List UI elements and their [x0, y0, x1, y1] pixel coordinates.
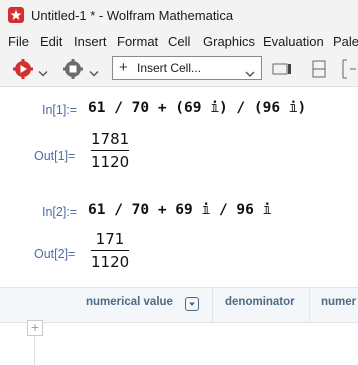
evaluate-dropdown-chevron-icon[interactable] — [38, 65, 48, 87]
toolbar: + Insert Cell... — [0, 52, 358, 87]
suggestion-divider — [212, 288, 213, 322]
abort-icon[interactable] — [62, 58, 84, 80]
panel-icon[interactable] — [311, 60, 327, 82]
output-label-2: Out[2]= — [34, 247, 76, 261]
insert-cell-icon: + — [119, 59, 128, 76]
output-numerator-2: 171 — [95, 230, 125, 248]
input-cell-1[interactable]: 61 / 70 + (69 𝕚) / (96 𝕚) — [88, 100, 306, 116]
title-bar: Untitled-1 * - Wolfram Mathematica — [0, 0, 358, 32]
menu-format[interactable]: Format — [117, 34, 158, 49]
fraction-bar — [91, 150, 129, 151]
suggestion-denominator[interactable]: denominator — [225, 296, 295, 308]
output-numerator-1: 1781 — [91, 130, 130, 148]
menu-evaluation[interactable]: Evaluation — [263, 34, 324, 49]
output-label-1: Out[1]= — [34, 149, 76, 163]
output-denominator-1: 1120 — [91, 153, 130, 171]
menu-cell[interactable]: Cell — [168, 34, 190, 49]
cell-bracket-icon[interactable] — [340, 59, 356, 81]
menu-insert[interactable]: Insert — [74, 34, 107, 49]
mathematica-logo-icon — [8, 7, 24, 23]
suggestion-numerical-value[interactable]: numerical value — [86, 296, 173, 308]
output-fraction-2[interactable]: 171 1120 — [91, 229, 129, 272]
menu-palettes[interactable]: Palet — [333, 34, 358, 49]
abort-dropdown-chevron-icon[interactable] — [89, 65, 99, 87]
menu-bar: File Edit Insert Format Cell Graphics Ev… — [0, 32, 358, 52]
fraction-bar — [91, 250, 129, 251]
menu-file[interactable]: File — [8, 34, 29, 49]
input-label-1: In[1]:= — [42, 103, 78, 117]
insert-cell-label: Insert Cell... — [137, 61, 202, 75]
menu-edit[interactable]: Edit — [40, 34, 62, 49]
output-fraction-1[interactable]: 1781 1120 — [91, 129, 129, 172]
output-denominator-2: 1120 — [91, 253, 130, 271]
add-cell-button[interactable] — [27, 319, 43, 336]
evaluate-icon[interactable] — [12, 58, 34, 80]
suggestion-numerator[interactable]: numer — [321, 296, 356, 308]
insert-cell-dropdown[interactable]: + Insert Cell... — [112, 56, 262, 80]
cell-insertion-line — [34, 336, 35, 365]
suggestion-divider — [309, 288, 310, 322]
menu-graphics[interactable]: Graphics — [203, 34, 255, 49]
input-cell-2[interactable]: 61 / 70 + 69 𝕚 / 96 𝕚 — [88, 202, 271, 218]
suggestion-dropdown-icon[interactable] — [185, 297, 199, 311]
input-label-2: In[2]:= — [42, 205, 78, 219]
layout-icon[interactable] — [272, 62, 292, 84]
chevron-down-icon — [245, 65, 255, 83]
window-title: Untitled-1 * - Wolfram Mathematica — [31, 8, 234, 23]
suggestions-bar: numerical value denominator numer — [0, 287, 358, 323]
notebook-document: In[1]:= 61 / 70 + (69 𝕚) / (96 𝕚) Out[1]… — [0, 87, 358, 287]
